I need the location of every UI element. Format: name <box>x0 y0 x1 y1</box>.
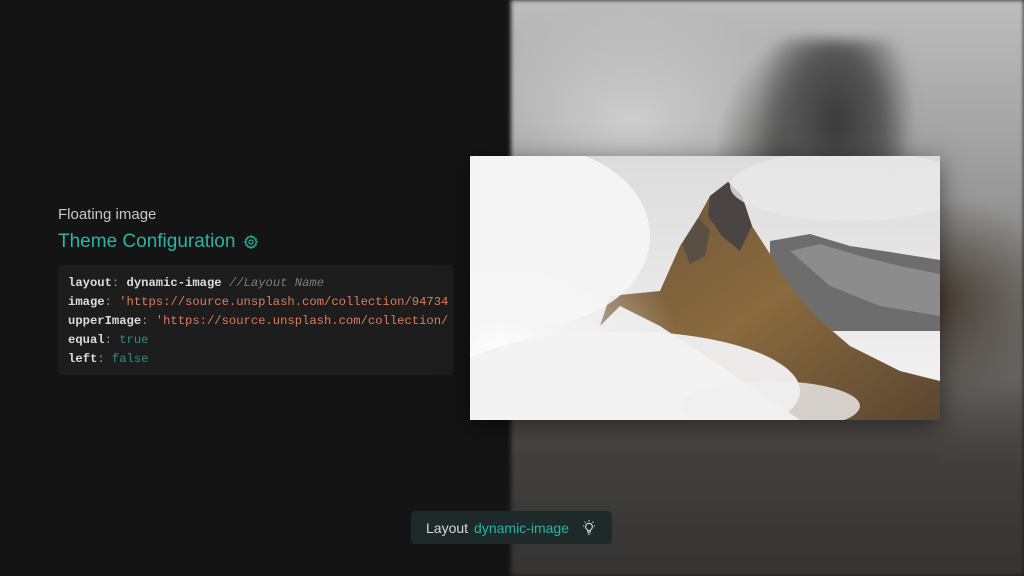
config-line-upper-image: upperImage: 'https://source.unsplash.com… <box>68 314 449 328</box>
title-row: Theme Configuration <box>58 231 259 253</box>
config-line-image: image: 'https://source.unsplash.com/coll… <box>68 295 449 309</box>
config-line-equal: equal: true <box>68 333 149 347</box>
floating-image <box>470 156 940 420</box>
lightbulb-icon[interactable] <box>581 519 597 537</box>
badge-label: Layout <box>426 519 469 536</box>
config-key: layout <box>68 276 112 290</box>
config-key: upperImage <box>68 314 142 328</box>
page-title: Theme Configuration <box>58 231 236 252</box>
config-code-block: layout: dynamic-image //Layout Name imag… <box>58 265 454 375</box>
gear-icon[interactable] <box>243 234 259 250</box>
config-key: image <box>68 295 105 309</box>
config-value: dynamic-image <box>126 276 222 290</box>
config-value: 'https://source.unsplash.com/collection/ <box>155 314 449 328</box>
layout-badge[interactable]: Layout dynamic-image <box>411 511 612 544</box>
config-key: left <box>68 352 98 366</box>
badge-layout-name: dynamic-image <box>474 519 569 536</box>
config-value: true <box>119 333 149 347</box>
config-value: false <box>111 352 149 366</box>
config-key: equal <box>68 333 105 347</box>
config-line-layout: layout: dynamic-image //Layout Name <box>68 276 325 290</box>
config-comment: //Layout Name <box>228 276 325 290</box>
mountain-photo <box>470 156 940 420</box>
config-line-left: left: false <box>68 352 149 366</box>
layout-subtitle: Floating image <box>58 206 157 223</box>
config-value: 'https://source.unsplash.com/collection/… <box>119 295 449 309</box>
